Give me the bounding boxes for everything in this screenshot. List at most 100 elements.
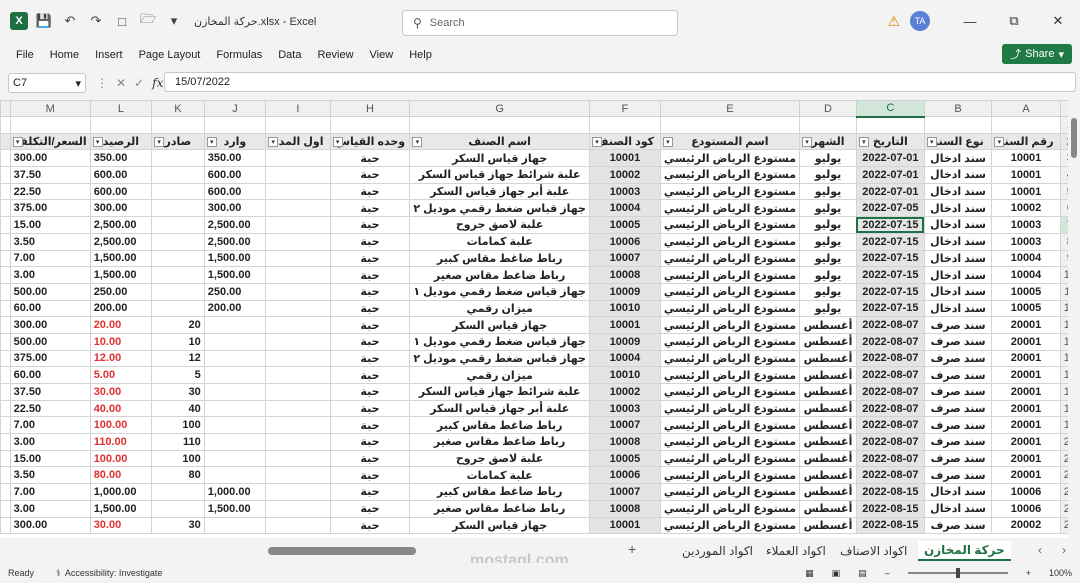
warehouse-cell[interactable]: مستودع الرياض الرئيسي: [659, 316, 801, 334]
month-cell[interactable]: أغسطس: [799, 366, 857, 384]
item-code-cell[interactable]: 10007: [588, 416, 661, 435]
search-box[interactable]: ⚲ Search: [402, 10, 678, 36]
received-cell[interactable]: [203, 399, 267, 418]
issued-cell[interactable]: 110: [151, 433, 205, 451]
unit-cell[interactable]: حبة: [329, 499, 411, 518]
voucher-no-cell[interactable]: 20001: [991, 383, 1061, 401]
filter-dropdown-icon[interactable]: ▾: [662, 136, 673, 147]
cell[interactable]: [0, 316, 11, 334]
menu-data[interactable]: Data: [278, 49, 301, 61]
vertical-scrollbar[interactable]: [1068, 100, 1080, 538]
zoom-out-icon[interactable]: –: [885, 568, 890, 578]
item-name-cell[interactable]: ميزان رقمي: [409, 299, 590, 318]
column-header[interactable]: H: [329, 100, 411, 117]
filter-dropdown-icon[interactable]: ▾: [926, 136, 937, 147]
month-cell[interactable]: يوليو: [799, 199, 857, 218]
voucher-type-cell[interactable]: سند صرف: [923, 316, 993, 334]
cell[interactable]: [203, 116, 267, 134]
warehouse-cell[interactable]: مستودع الرياض الرئيسي: [659, 182, 801, 201]
opening-cell[interactable]: [265, 266, 331, 284]
opening-cell[interactable]: [265, 483, 331, 501]
balance-cell[interactable]: 12.00: [89, 349, 153, 368]
issued-cell[interactable]: [151, 249, 205, 268]
received-cell[interactable]: 2,500.00: [203, 232, 267, 251]
cell[interactable]: [0, 349, 11, 368]
cell[interactable]: [0, 433, 11, 451]
voucher-type-cell[interactable]: سند صرف: [923, 349, 993, 368]
opening-cell[interactable]: [265, 499, 331, 518]
balance-cell[interactable]: 40.00: [89, 399, 153, 418]
horizontal-scroll-thumb[interactable]: [268, 547, 416, 555]
date-cell[interactable]: 2022-08-07: [855, 366, 925, 384]
opening-cell[interactable]: [265, 166, 331, 184]
column-header[interactable]: F: [588, 100, 661, 117]
opening-cell[interactable]: [265, 399, 331, 418]
item-name-cell[interactable]: جهاز قياس ضغط رقمي موديل ٢: [409, 349, 590, 368]
warehouse-cell[interactable]: مستودع الرياض الرئيسي: [659, 483, 801, 501]
filter-dropdown-icon[interactable]: ▾: [994, 136, 1005, 147]
filter-dropdown-icon[interactable]: ▾: [332, 136, 343, 147]
voucher-no-cell[interactable]: 10004: [991, 249, 1061, 268]
column-header[interactable]: G: [409, 100, 590, 117]
column-header[interactable]: J: [203, 100, 267, 117]
voucher-type-cell[interactable]: سند ادخال: [923, 249, 993, 268]
item-name-cell[interactable]: علبة أبر جهاز قياس السكر: [409, 182, 590, 201]
voucher-type-cell[interactable]: سند ادخال: [923, 149, 993, 168]
received-cell[interactable]: 350.00: [203, 149, 267, 168]
received-cell[interactable]: [203, 449, 267, 468]
filter-dropdown-icon[interactable]: ▾: [802, 136, 813, 147]
filter-dropdown-icon[interactable]: ▾: [12, 136, 23, 147]
issued-cell[interactable]: 30: [151, 516, 205, 535]
item-code-cell[interactable]: 10008: [588, 499, 661, 518]
cell[interactable]: [0, 466, 11, 485]
function-icon[interactable]: fx: [152, 76, 163, 90]
month-cell[interactable]: أغسطس: [799, 499, 857, 518]
month-cell[interactable]: أغسطس: [799, 332, 857, 351]
date-cell[interactable]: 2022-08-15: [855, 499, 925, 518]
opening-cell[interactable]: [265, 332, 331, 351]
voucher-no-cell[interactable]: 20001: [991, 349, 1061, 368]
zoom-slider[interactable]: [907, 568, 1008, 578]
unit-cell[interactable]: حبة: [329, 216, 411, 234]
received-cell[interactable]: [203, 316, 267, 334]
unit-cell[interactable]: حبة: [329, 232, 411, 251]
menu-formulas[interactable]: Formulas: [216, 49, 262, 61]
month-cell[interactable]: أغسطس: [799, 349, 857, 368]
month-cell[interactable]: يوليو: [799, 282, 857, 301]
filter-dropdown-icon[interactable]: ▾: [92, 136, 103, 147]
received-cell[interactable]: [203, 466, 267, 485]
received-cell[interactable]: [203, 416, 267, 435]
item-code-cell[interactable]: 10002: [588, 166, 661, 184]
price-cell[interactable]: 3.00: [9, 433, 91, 451]
column-title-cell[interactable]: ▾ وارد: [203, 132, 267, 151]
cell[interactable]: [0, 182, 11, 201]
scroll-thumb[interactable]: [1071, 118, 1077, 158]
worksheet-grid[interactable]: MLKJIHGFEDCBA 1▾السعر/التكلفة▾الرصيد▾صاد…: [0, 100, 1080, 538]
issued-cell[interactable]: [151, 182, 205, 201]
cell[interactable]: [588, 116, 661, 134]
price-cell[interactable]: 15.00: [9, 216, 91, 234]
unit-cell[interactable]: حبة: [329, 149, 411, 168]
issued-cell[interactable]: [151, 149, 205, 168]
price-cell[interactable]: 37.50: [9, 166, 91, 184]
price-cell[interactable]: 3.00: [9, 499, 91, 518]
voucher-type-cell[interactable]: سند صرف: [923, 416, 993, 435]
scroll-left-icon[interactable]: ‹: [1038, 543, 1042, 557]
opening-cell[interactable]: [265, 316, 331, 334]
price-cell[interactable]: 7.00: [9, 416, 91, 435]
price-cell[interactable]: 7.00: [9, 249, 91, 268]
price-cell[interactable]: 3.00: [9, 266, 91, 284]
cell[interactable]: [0, 366, 11, 384]
balance-cell[interactable]: 1,500.00: [89, 499, 153, 518]
minimize-button[interactable]: —: [948, 14, 992, 29]
voucher-no-cell[interactable]: 10001: [991, 166, 1061, 184]
unit-cell[interactable]: حبة: [329, 349, 411, 368]
menu-home[interactable]: Home: [50, 49, 79, 61]
unit-cell[interactable]: حبة: [329, 383, 411, 401]
item-name-cell[interactable]: جهاز قياس السكر: [409, 149, 590, 168]
cell[interactable]: [0, 132, 11, 151]
warehouse-cell[interactable]: مستودع الرياض الرئيسي: [659, 466, 801, 485]
tab-suppliers[interactable]: اكواد الموردين: [682, 541, 753, 561]
unit-cell[interactable]: حبة: [329, 249, 411, 268]
warehouse-cell[interactable]: مستودع الرياض الرئيسي: [659, 449, 801, 468]
